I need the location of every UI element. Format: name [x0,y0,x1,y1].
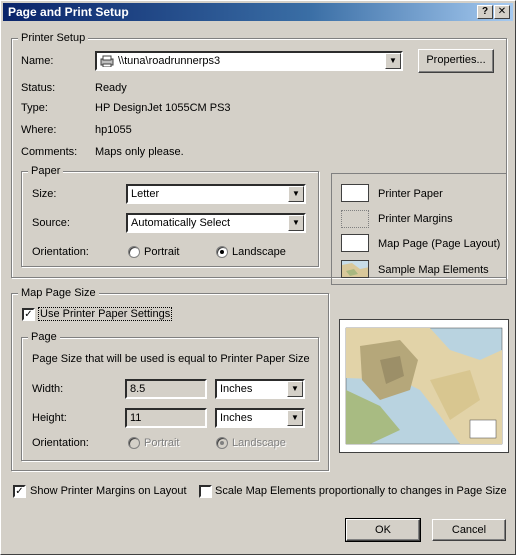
page-landscape-radio[interactable] [216,437,228,449]
chevron-down-icon[interactable]: ▼ [288,186,304,202]
title-bar[interactable]: Page and Print Setup ? ✕ [3,3,513,21]
width-value: 8.5 [130,383,146,395]
map-page-swatch [341,234,369,252]
where-label: Where: [21,124,57,136]
comments-label: Comments: [21,146,78,158]
type-label: Type: [21,102,48,114]
type-value: HP DesignJet 1055CM PS3 [95,102,231,114]
printer-paper-swatch [341,184,369,202]
height-value: 11 [130,412,142,424]
printer-icon [100,55,114,68]
portrait-radio[interactable] [128,246,140,258]
printer-name-value: \\tuna\roadrunnerps3 [118,55,221,67]
cancel-button[interactable]: Cancel [432,519,506,541]
page-label: Page [28,331,60,343]
window-title: Page and Print Setup [8,5,129,19]
use-printer-settings-label[interactable]: Use Printer Paper Settings [37,307,173,321]
status-label: Status: [21,82,56,94]
scale-elements-label: Scale Map Elements proportionally to cha… [215,485,507,497]
width-unit-value: Inches [220,383,253,395]
use-printer-settings-checkbox[interactable]: ✓ [22,308,35,321]
ok-button[interactable]: OK [345,518,421,542]
properties-button[interactable]: Properties... [418,49,494,73]
chevron-down-icon[interactable]: ▼ [288,215,304,231]
printer-name-select[interactable]: \\tuna\roadrunnerps3 ▼ [95,51,403,71]
page-preview [339,319,509,453]
show-margins-checkbox[interactable]: ✓ [13,485,26,498]
name-label: Name: [21,55,54,67]
source-label: Source: [32,217,70,229]
close-button[interactable]: ✕ [494,5,510,19]
printer-margins-swatch [341,210,369,228]
sample-map-preview [345,327,503,445]
page-portrait-label: Portrait [144,437,180,449]
portrait-label: Portrait [144,246,180,258]
height-unit-value: Inches [220,412,253,424]
show-margins-label: Show Printer Margins on Layout [30,485,187,497]
page-landscape-label: Landscape [232,437,286,449]
chevron-down-icon[interactable]: ▼ [287,381,303,397]
landscape-radio[interactable] [216,246,228,258]
paper-size-value: Letter [131,188,160,200]
page-print-setup-dialog: Page and Print Setup ? ✕ Printer Setup N… [0,0,516,555]
page-portrait-radio[interactable] [128,437,140,449]
paper-size-select[interactable]: Letter ▼ [126,184,306,204]
paper-label: Paper [28,165,64,177]
where-value: hp1055 [95,124,132,136]
paper-orientation-label: Orientation: [32,246,89,258]
status-value: Ready [95,82,127,94]
comments-value: Maps only please. [95,146,184,158]
chevron-down-icon[interactable]: ▼ [385,53,401,69]
width-input[interactable]: 8.5 [125,379,207,399]
height-label: Height: [32,412,67,424]
chevron-down-icon[interactable]: ▼ [287,410,303,426]
height-unit-select[interactable]: Inches ▼ [215,408,305,428]
map-page-legend: Map Page (Page Layout) [378,238,501,250]
scale-elements-checkbox[interactable] [199,485,212,498]
paper-source-select[interactable]: Automatically Select ▼ [126,213,306,233]
paper-source-value: Automatically Select [131,217,231,229]
printer-setup-label: Printer Setup [18,32,89,44]
width-unit-select[interactable]: Inches ▼ [215,379,305,399]
printer-paper-legend: Printer Paper [378,188,443,200]
page-orientation-label: Orientation: [32,437,89,449]
sample-map-swatch [341,260,369,278]
printer-margins-legend: Printer Margins [378,213,453,225]
landscape-label: Landscape [232,246,286,258]
help-button[interactable]: ? [477,5,493,19]
map-page-size-label: Map Page Size [18,287,99,299]
width-label: Width: [32,383,64,395]
page-info-text: Page Size that will be used is equal to … [32,353,310,365]
sample-map-legend: Sample Map Elements [378,264,489,276]
size-label: Size: [32,188,57,200]
height-input[interactable]: 11 [125,408,207,428]
